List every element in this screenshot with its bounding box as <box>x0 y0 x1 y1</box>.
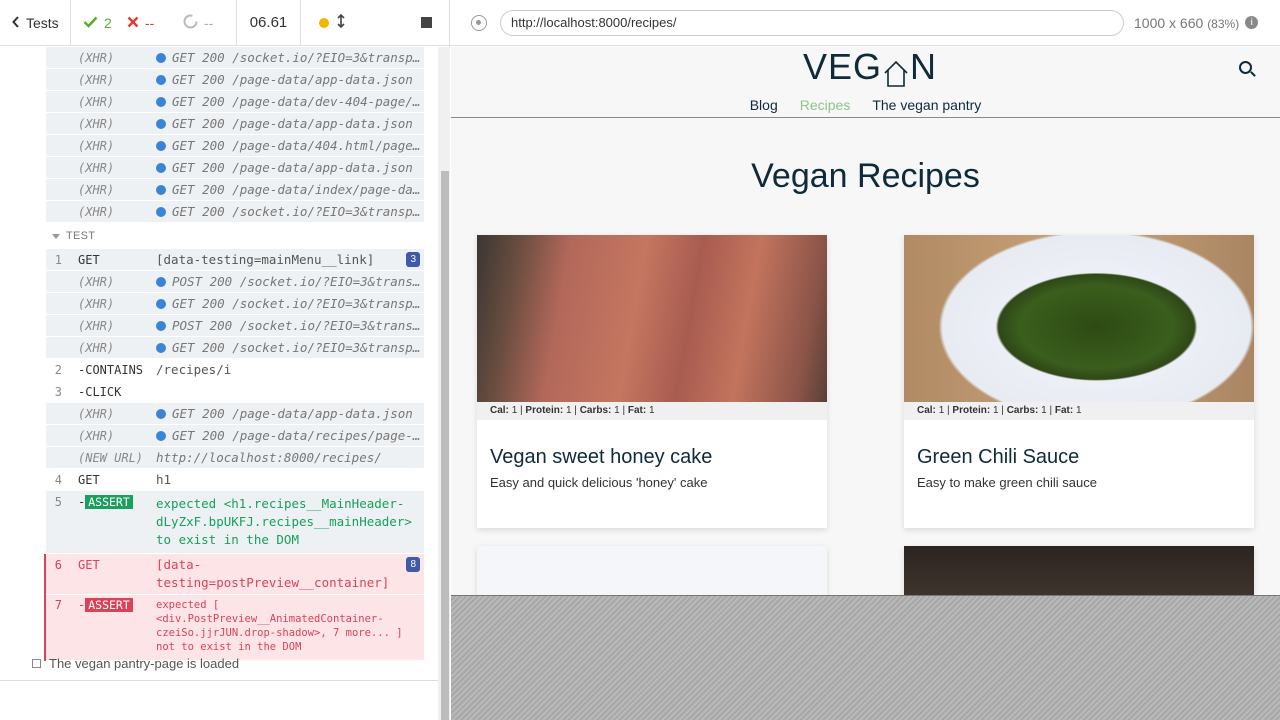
scrollbar-thumb[interactable] <box>441 171 449 720</box>
site-logo[interactable]: VEG N <box>803 47 937 88</box>
command-row-contains[interactable]: 2 -CONTAINS /recipes/i <box>46 359 424 381</box>
recipe-macros: Cal: 1 | Protein: 1 | Carbs: 1 | Fat: 1 <box>477 402 827 420</box>
xhr-status-dot-icon <box>156 119 166 129</box>
page-title: Vegan Recipes <box>751 157 980 195</box>
failed-count-value: -- <box>145 14 155 31</box>
command-row[interactable]: (XHR) GET 200 /page-data/index/page-dat… <box>46 179 424 201</box>
command-row[interactable]: (XHR) GET 200 /socket.io/?EIO=3&transpo… <box>46 337 424 359</box>
xhr-status-dot-icon <box>156 409 166 419</box>
recipe-card[interactable] <box>477 546 827 595</box>
url-input[interactable]: http://localhost:8000/recipes/ <box>500 9 1124 36</box>
test-runner-panel: Tests 2 -- -- 06.61 (XHR) GET 200 /socke… <box>0 0 450 720</box>
command-row[interactable]: (XHR) GET 200 /socket.io/?EIO=3&transpo… <box>46 293 424 315</box>
command-log: (XHR) GET 200 /socket.io/?EIO=3&transpo… … <box>0 47 438 680</box>
recipe-image <box>904 235 1254 402</box>
chevron-left-icon <box>12 15 20 31</box>
info-icon[interactable]: i <box>1245 16 1259 29</box>
failed-count: -- <box>127 0 183 46</box>
pending-test-item[interactable]: The vegan pantry-page is loaded <box>32 656 239 671</box>
recipe-image <box>477 235 827 402</box>
command-row[interactable]: (XHR) GET 200 /page-data/recipes/page-d… <box>46 425 424 447</box>
failed-command-group: 6 GET [data-testing=postPreview__contain… <box>44 554 424 661</box>
running-indicator-icon <box>319 17 329 28</box>
xhr-status-dot-icon <box>156 321 166 331</box>
command-row-new-url[interactable]: (NEW URL) http://localhost:8000/recipes/ <box>46 447 424 469</box>
main-menu: Blog Recipes The vegan pantry <box>451 97 1280 113</box>
command-row[interactable]: (XHR) GET 200 /page-data/dev-404-page/p… <box>46 91 424 113</box>
element-count-badge: 8 <box>406 557 420 572</box>
passed-count-value: 2 <box>104 14 112 31</box>
search-icon[interactable] <box>1239 61 1252 74</box>
command-row[interactable]: (XHR) POST 200 /socket.io/?EIO=3&transp… <box>46 271 424 293</box>
pending-count: -- <box>183 0 237 46</box>
recipe-card[interactable]: Cal: 1 | Protein: 1 | Carbs: 1 | Fat: 1 … <box>477 235 827 528</box>
xhr-group-before: (XHR) GET 200 /socket.io/?EIO=3&transpo… … <box>46 47 424 223</box>
command-row[interactable]: (XHR) GET 200 /page-data/app-data.json <box>46 403 424 425</box>
command-row[interactable]: (XHR) GET 200 /page-data/app-data.json <box>46 69 424 91</box>
house-icon <box>883 54 909 87</box>
xhr-status-dot-icon <box>156 431 166 441</box>
assert-badge: ASSERT <box>85 495 133 509</box>
recipe-card[interactable]: Cal: 1 | Protein: 1 | Carbs: 1 | Fat: 1 … <box>904 235 1254 528</box>
command-row-get[interactable]: 1 GET [data-testing=mainMenu__link] 3 <box>46 249 424 271</box>
x-icon <box>127 15 139 31</box>
command-row-get-failed[interactable]: 6 GET [data-testing=postPreview__contain… <box>46 554 424 595</box>
nav-link-recipes[interactable]: Recipes <box>800 97 851 113</box>
command-row[interactable]: (XHR) GET 200 /page-data/app-data.json <box>46 157 424 179</box>
command-row[interactable]: (XHR) GET 200 /page-data/404.html/page-… <box>46 135 424 157</box>
nav-link-vegan-pantry[interactable]: The vegan pantry <box>872 97 981 113</box>
app-preview: VEG N Blog Recipes The vegan pantry Vega… <box>451 47 1280 595</box>
xhr-status-dot-icon <box>156 207 166 217</box>
recipe-image <box>477 546 827 595</box>
selector-playground-icon[interactable] <box>471 14 487 31</box>
recipe-card[interactable] <box>904 546 1254 595</box>
command-row[interactable]: (XHR) GET 200 /page-data/app-data.json <box>46 113 424 135</box>
duration: 06.61 <box>237 0 301 46</box>
check-icon <box>83 15 98 31</box>
tests-back-button[interactable]: Tests <box>0 0 71 46</box>
stop-button-icon[interactable] <box>421 17 432 28</box>
browser-url-bar: http://localhost:8000/recipes/ 1000 x 66… <box>450 0 1280 46</box>
viewport-overflow-area <box>451 595 1280 720</box>
auto-scroll-toggle-icon[interactable] <box>337 13 345 31</box>
xhr-status-dot-icon <box>156 299 166 309</box>
xhr-status-dot-icon <box>156 343 166 353</box>
caret-down-icon <box>52 233 60 239</box>
passed-count: 2 <box>71 0 127 46</box>
nav-divider <box>451 117 1280 118</box>
command-row-assert-pass[interactable]: 5 - ASSERT expected <h1.recipes__MainHead… <box>46 491 424 554</box>
assert-badge: ASSERT <box>85 598 133 612</box>
recipe-description: Easy and quick delicious 'honey' cake <box>490 475 708 490</box>
runner-controls <box>301 0 450 46</box>
recipe-title: Vegan sweet honey cake <box>490 446 713 468</box>
pending-count-value: -- <box>204 14 214 31</box>
element-count-badge: 3 <box>406 252 420 267</box>
command-row-click[interactable]: 3 -CLICK <box>46 381 424 403</box>
command-row[interactable]: (XHR) GET 200 /socket.io/?EIO=3&transpo… <box>46 47 424 69</box>
xhr-status-dot-icon <box>156 53 166 63</box>
nav-link-blog[interactable]: Blog <box>750 97 778 113</box>
command-row-get-h1[interactable]: 4 GET h1 <box>46 469 424 491</box>
command-row[interactable]: (XHR) POST 200 /socket.io/?EIO=3&transp… <box>46 315 424 337</box>
recipe-image <box>904 546 1254 595</box>
xhr-status-dot-icon <box>156 163 166 173</box>
xhr-status-dot-icon <box>156 75 166 85</box>
runner-header: Tests 2 -- -- 06.61 <box>0 0 450 46</box>
checkbox-icon <box>32 659 41 668</box>
command-row[interactable]: (XHR) GET 200 /socket.io/?EIO=3&transpo… <box>46 201 424 223</box>
xhr-status-dot-icon <box>156 97 166 107</box>
recipe-macros: Cal: 1 | Protein: 1 | Carbs: 1 | Fat: 1 <box>904 402 1254 420</box>
pending-circle-icon <box>183 14 198 32</box>
divider <box>0 680 438 681</box>
recipe-title: Green Chili Sauce <box>917 446 1080 468</box>
xhr-status-dot-icon <box>156 185 166 195</box>
xhr-status-dot-icon <box>156 141 166 151</box>
test-section-toggle[interactable]: TEST <box>46 223 424 249</box>
tests-label: Tests <box>26 14 59 31</box>
recipe-description: Easy to make green chili sauce <box>917 475 1097 490</box>
xhr-status-dot-icon <box>156 277 166 287</box>
command-row-assert-failed[interactable]: 7 - ASSERT expected [ <div.PostPreview__A… <box>46 595 424 661</box>
viewport-size: 1000 x 660 (83%) <box>1134 14 1240 31</box>
